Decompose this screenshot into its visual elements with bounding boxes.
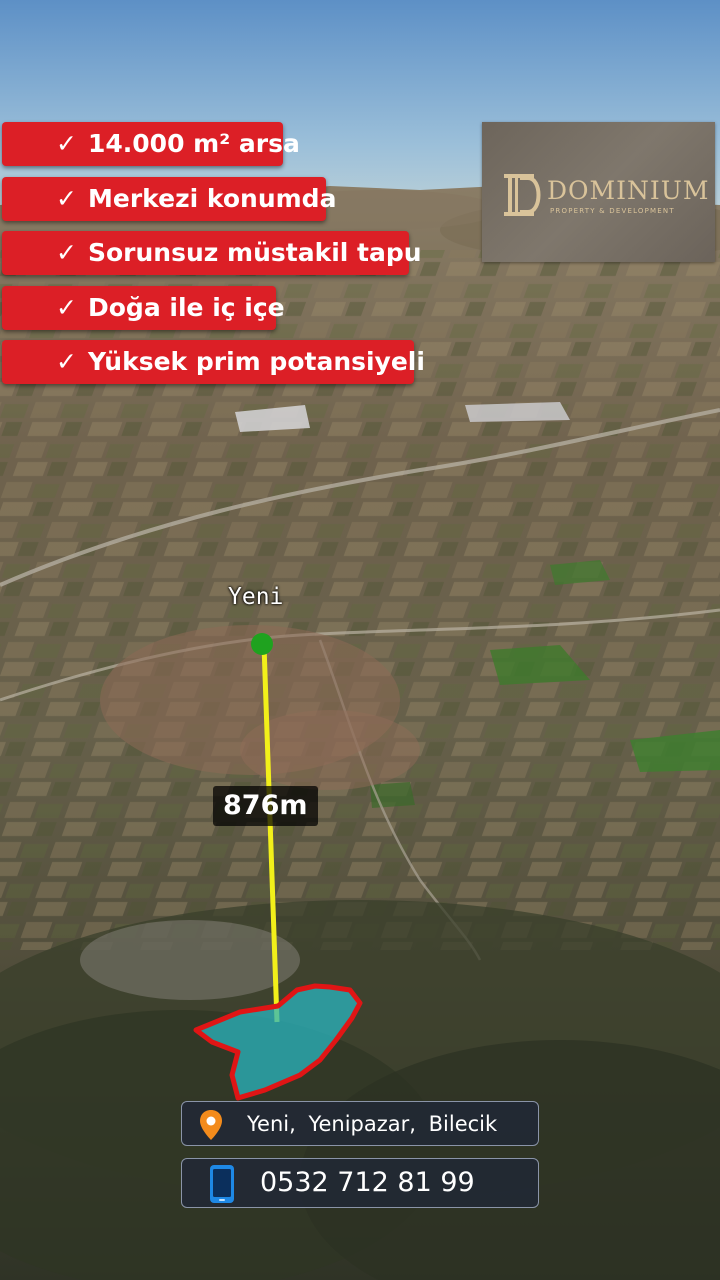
phone-pill: 0532 712 81 99 bbox=[181, 1158, 539, 1208]
feature-badge: ✓ Sorunsuz müstakil tapu bbox=[2, 231, 422, 275]
place-marker bbox=[251, 633, 273, 655]
pillar-d-logo-icon bbox=[504, 174, 541, 216]
check-icon: ✓ bbox=[56, 293, 77, 322]
check-icon: ✓ bbox=[56, 184, 77, 213]
smartphone-icon bbox=[210, 1165, 234, 1203]
location-text: Yeni, Yenipazar, Bilecik bbox=[247, 1112, 498, 1136]
feature-text: Doğa ile iç içe bbox=[88, 293, 285, 322]
logo-name: DOMINIUM bbox=[547, 176, 710, 205]
feature-text: Yüksek prim potansiyeli bbox=[88, 347, 425, 376]
check-icon: ✓ bbox=[56, 347, 77, 376]
feature-text: Sorunsuz müstakil tapu bbox=[88, 238, 422, 267]
check-icon: ✓ bbox=[56, 238, 77, 267]
feature-badge: ✓ Merkezi konumda bbox=[2, 177, 336, 221]
location-pin-icon bbox=[200, 1110, 222, 1140]
feature-badge: ✓ Yüksek prim potansiyeli bbox=[2, 340, 425, 384]
feature-text: 14.000 m² arsa bbox=[88, 129, 300, 158]
place-label: Yeni bbox=[228, 584, 284, 610]
feature-badge: ✓ Doğa ile iç içe bbox=[2, 286, 285, 330]
distance-label: 876m bbox=[213, 786, 318, 826]
phone-number[interactable]: 0532 712 81 99 bbox=[260, 1167, 475, 1198]
feature-badge: ✓ 14.000 m² arsa bbox=[2, 122, 300, 166]
location-pill: Yeni, Yenipazar, Bilecik bbox=[181, 1101, 539, 1146]
logo-subtitle: PROPERTY & DEVELOPMENT bbox=[550, 207, 675, 215]
check-icon: ✓ bbox=[56, 129, 77, 158]
feature-text: Merkezi konumda bbox=[88, 184, 337, 213]
